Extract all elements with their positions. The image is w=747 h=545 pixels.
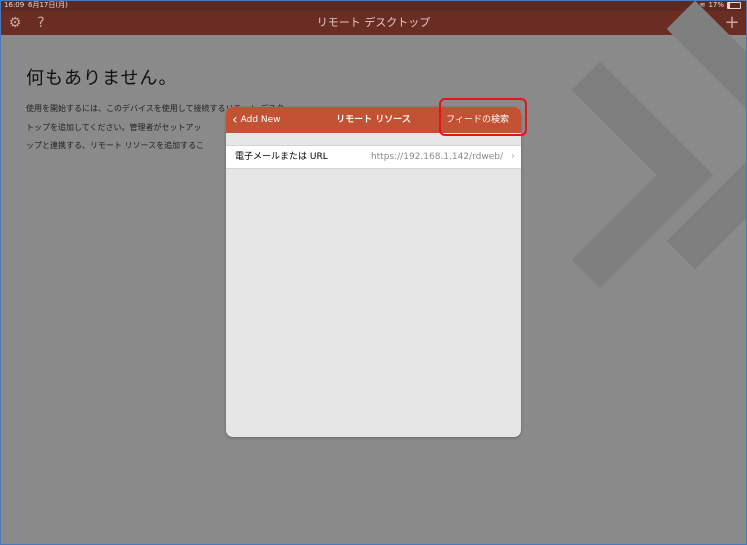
battery-icon <box>727 2 741 9</box>
status-bar: 16:09 6月17日(月) ≋ 17% <box>0 0 747 11</box>
url-field-value[interactable]: https://192.168.1.142/rdweb/ <box>371 146 503 168</box>
chevron-left-icon: ‹ <box>232 112 238 128</box>
nav-bar: ⚙ ? リモート デスクトップ ↻ + <box>0 11 747 35</box>
status-right: ≋ 17% <box>700 0 741 11</box>
clock: 16:09 <box>4 1 25 9</box>
empty-heading: 何もありません。 <box>26 68 178 89</box>
date: 6月17日(月) <box>28 1 68 9</box>
highlight-box <box>439 98 527 136</box>
back-button[interactable]: ‹ Add New <box>232 107 281 133</box>
chevron-right-icon: › <box>511 151 515 162</box>
back-label: Add New <box>240 115 281 125</box>
url-field-label: 電子メールまたは URL <box>235 152 328 162</box>
remote-resources-dialog: ‹ Add New リモート リソース フィードの検索 電子メールまたは URL… <box>226 107 521 437</box>
app-title: リモート デスクトップ <box>316 16 431 29</box>
add-icon[interactable]: + <box>723 14 741 32</box>
battery-percent: 17% <box>708 1 724 9</box>
url-field-row[interactable]: 電子メールまたは URL https://192.168.1.142/rdweb… <box>226 145 521 169</box>
